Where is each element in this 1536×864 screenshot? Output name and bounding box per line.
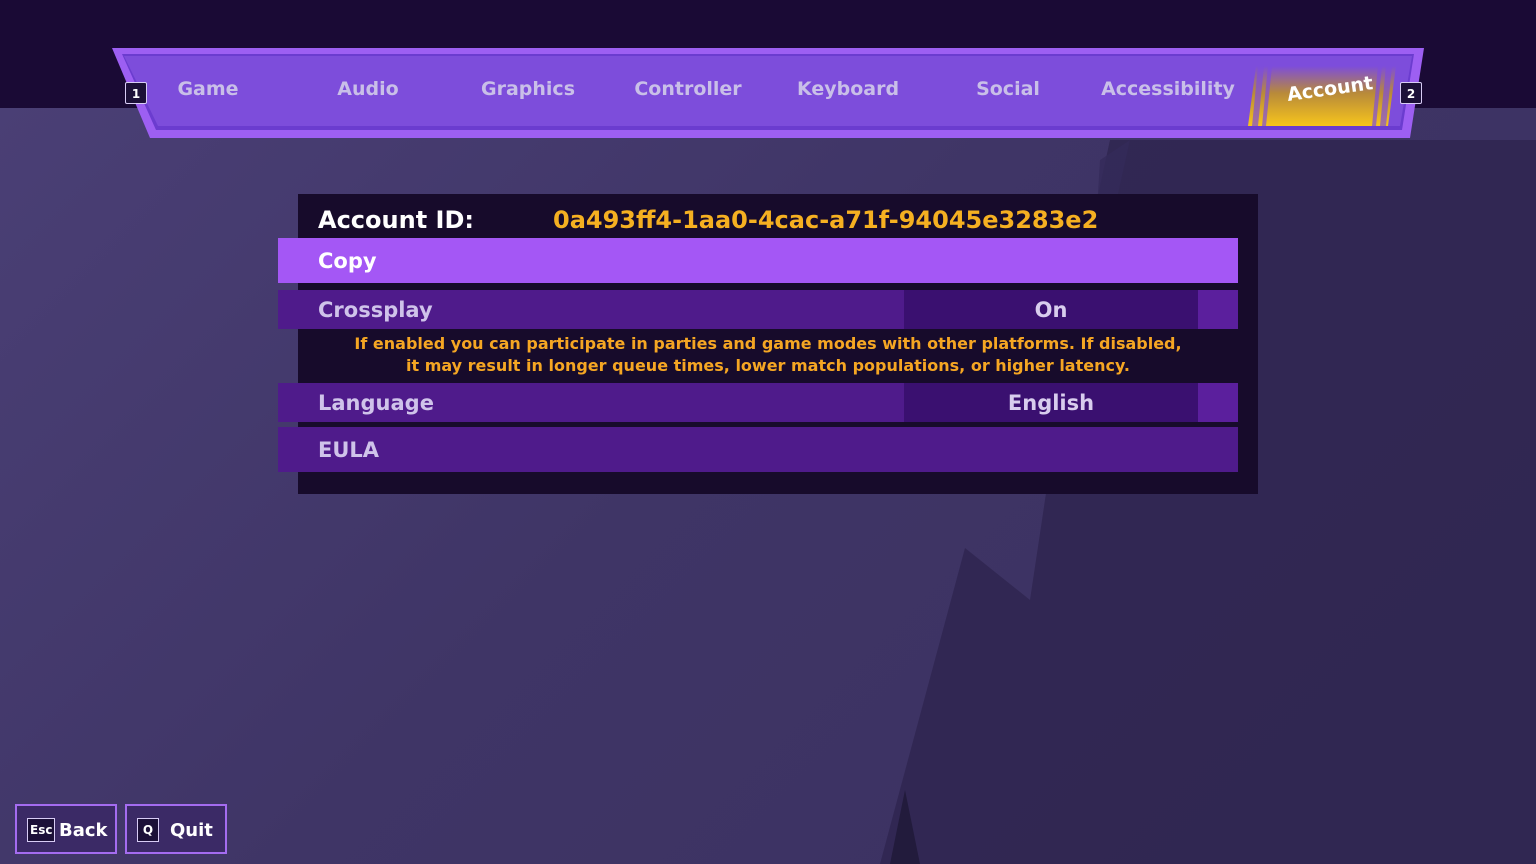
crossplay-description: If enabled you can participate in partie… bbox=[298, 333, 1238, 377]
account-id-label: Account ID: bbox=[318, 206, 474, 234]
copy-account-id-button[interactable]: Copy bbox=[278, 238, 1238, 283]
crossplay-row-end-cap bbox=[1198, 290, 1238, 329]
back-label: Back bbox=[59, 820, 108, 841]
tab-social[interactable]: Social bbox=[928, 78, 1088, 104]
crossplay-setting-row[interactable]: Crossplay On bbox=[278, 290, 1238, 329]
eula-button[interactable]: EULA bbox=[278, 427, 1238, 472]
quit-label: Quit bbox=[170, 820, 213, 841]
language-label: Language bbox=[318, 390, 434, 415]
q-key-hint: Q bbox=[137, 818, 159, 842]
tab-audio[interactable]: Audio bbox=[288, 78, 448, 104]
eula-label: EULA bbox=[318, 437, 380, 462]
quit-button[interactable]: Q Quit bbox=[125, 804, 227, 854]
language-setting-row[interactable]: Language English bbox=[278, 383, 1238, 422]
crossplay-label: Crossplay bbox=[318, 297, 433, 322]
tab-game[interactable]: Game bbox=[128, 78, 288, 104]
crossplay-description-line-2: it may result in longer queue times, low… bbox=[405, 356, 1131, 375]
tab-graphics[interactable]: Graphics bbox=[448, 78, 608, 104]
next-tab-key-hint[interactable]: 2 bbox=[1400, 82, 1422, 104]
crossplay-description-line-1: If enabled you can participate in partie… bbox=[354, 334, 1182, 353]
esc-key-hint: Esc bbox=[27, 818, 56, 842]
language-row-end-cap bbox=[1198, 383, 1238, 422]
crossplay-value[interactable]: On bbox=[904, 290, 1198, 329]
tab-accessibility[interactable]: Accessibility bbox=[1088, 78, 1248, 104]
tab-controller[interactable]: Controller bbox=[608, 78, 768, 104]
tab-keyboard[interactable]: Keyboard bbox=[768, 78, 928, 104]
back-button[interactable]: Esc Back bbox=[15, 804, 117, 854]
copy-label: Copy bbox=[318, 248, 377, 273]
account-id-value: 0a493ff4-1aa0-4cac-a71f-94045e3283e2 bbox=[553, 206, 1099, 234]
language-value[interactable]: English bbox=[904, 383, 1198, 422]
